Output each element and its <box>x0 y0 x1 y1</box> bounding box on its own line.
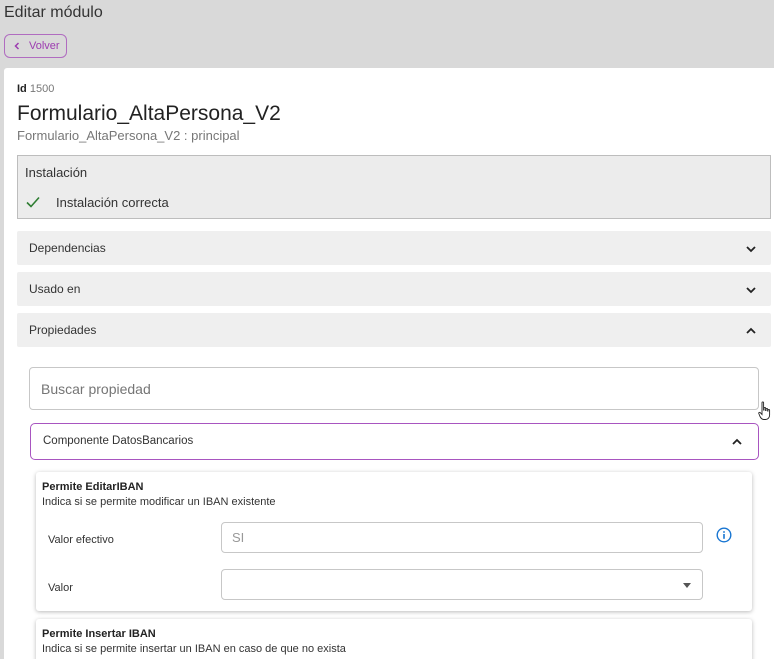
property-title: Permite Insertar IBAN <box>42 628 156 640</box>
value-select[interactable] <box>221 569 703 600</box>
module-subtitle: Formulario_AltaPersona_V2 : principal <box>17 128 240 143</box>
back-button-label: Volver <box>29 40 60 52</box>
installation-title: Instalación <box>25 165 88 180</box>
chevron-up-icon <box>746 327 756 334</box>
chevron-down-icon <box>746 246 756 253</box>
top-bar: Editar módulo Volver <box>0 0 774 68</box>
page-title: Editar módulo <box>4 4 103 21</box>
property-card: Permite EditarIBAN Indica si se permite … <box>36 472 752 611</box>
accordion-label: Propiedades <box>29 323 97 337</box>
effective-value: SI <box>232 530 245 545</box>
accordion-label: Dependencias <box>29 241 106 255</box>
installation-status: Instalación correcta <box>56 195 169 210</box>
module-id: Id 1500 <box>17 83 54 95</box>
component-label: Componente DatosBancarios <box>43 435 194 447</box>
info-icon[interactable] <box>716 527 732 543</box>
back-button[interactable]: Volver <box>4 34 67 58</box>
accordion-propiedades[interactable]: Propiedades <box>17 313 771 347</box>
hand-cursor-icon <box>758 401 771 420</box>
module-name: Formulario_AltaPersona_V2 <box>17 102 281 125</box>
property-description: Indica si se permite modificar un IBAN e… <box>42 496 276 508</box>
accordion-label: Usado en <box>29 282 81 296</box>
chevron-down-icon <box>746 287 756 294</box>
module-card: Id 1500 Formulario_AltaPersona_V2 Formul… <box>4 68 774 659</box>
dropdown-arrow-icon <box>683 583 691 588</box>
value-label: Valor <box>48 582 73 594</box>
check-icon <box>26 196 40 208</box>
effective-value-label: Valor efectivo <box>48 534 114 546</box>
property-card: Permite Insertar IBAN Indica si se permi… <box>36 619 752 659</box>
accordion-usado-en[interactable]: Usado en <box>17 272 771 306</box>
search-property-input[interactable] <box>29 367 759 410</box>
property-description: Indica si se permite insertar un IBAN en… <box>42 643 346 655</box>
id-label: Id <box>17 83 27 95</box>
component-accordion[interactable]: Componente DatosBancarios <box>30 423 759 460</box>
chevron-up-icon <box>732 438 742 445</box>
property-title: Permite EditarIBAN <box>42 481 144 493</box>
chevron-left-icon <box>14 42 20 50</box>
id-value: 1500 <box>29 83 55 95</box>
installation-panel: Instalación Instalación correcta <box>17 155 771 219</box>
effective-value-field: SI <box>221 522 703 553</box>
accordion-dependencias[interactable]: Dependencias <box>17 231 771 265</box>
